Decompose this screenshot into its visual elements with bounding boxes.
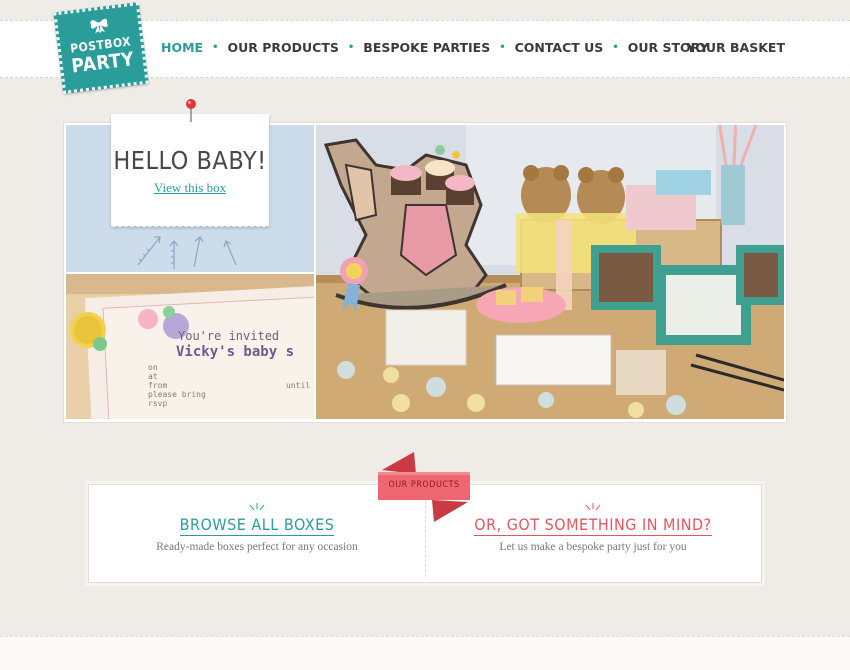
invite-line-1: You're invited [178,329,279,343]
browse-boxes-subtitle: Ready-made boxes perfect for any occasio… [156,541,358,553]
hero-title: HELLO BABY! [113,146,267,175]
pushpin-icon [186,99,196,122]
ribbon-label: OUR PRODUCTS [388,480,460,490]
our-products-ribbon: OUR PRODUCTS [376,450,472,524]
invite-field: at [148,372,158,381]
nav-bespoke-parties[interactable]: BESPOKE PARTIES [363,40,490,55]
nav-separator: • [347,42,355,53]
scalloped-edge [111,224,269,227]
invite-field: rsvp [148,399,167,408]
invitation-photo: You're invited Vicky's baby s on at from… [66,274,314,419]
nav-separator: • [212,42,219,53]
sparkle-icon [249,503,265,511]
invite-field: until [286,381,310,390]
hello-baby-card: HELLO BABY! View this box [111,99,269,227]
nav-separator: • [499,42,506,53]
party-box-photo [316,125,784,419]
view-box-link[interactable]: View this box [111,180,269,196]
invite-line-2: Vicky's baby s [176,344,294,360]
invite-field: please bring [148,390,206,399]
bespoke-subtitle: Let us make a bespoke party just for you [499,541,687,553]
invite-field: from [148,381,167,390]
bespoke-card[interactable]: OR, GOT SOMETHING IN MIND? Let us make a… [425,485,761,582]
main-nav: HOME • OUR PRODUCTS • BESPOKE PARTIES • … [161,40,709,55]
basket-link[interactable]: YOUR BASKET [687,40,785,55]
nav-separator: • [612,42,619,53]
site-logo[interactable]: POSTBOX PARTY [53,2,149,94]
browse-boxes-title[interactable]: BROWSE ALL BOXES [89,515,425,536]
footer-strip [0,636,850,670]
sparkle-icon [585,503,601,511]
bow-icon [90,18,108,34]
invite-field: on [148,363,158,372]
bespoke-title[interactable]: OR, GOT SOMETHING IN MIND? [425,515,761,536]
browse-boxes-card[interactable]: BROWSE ALL BOXES Ready-made boxes perfec… [89,485,425,582]
nav-home[interactable]: HOME [161,40,203,55]
nav-our-products[interactable]: OUR PRODUCTS [227,40,338,55]
nav-contact-us[interactable]: CONTACT US [515,40,604,55]
